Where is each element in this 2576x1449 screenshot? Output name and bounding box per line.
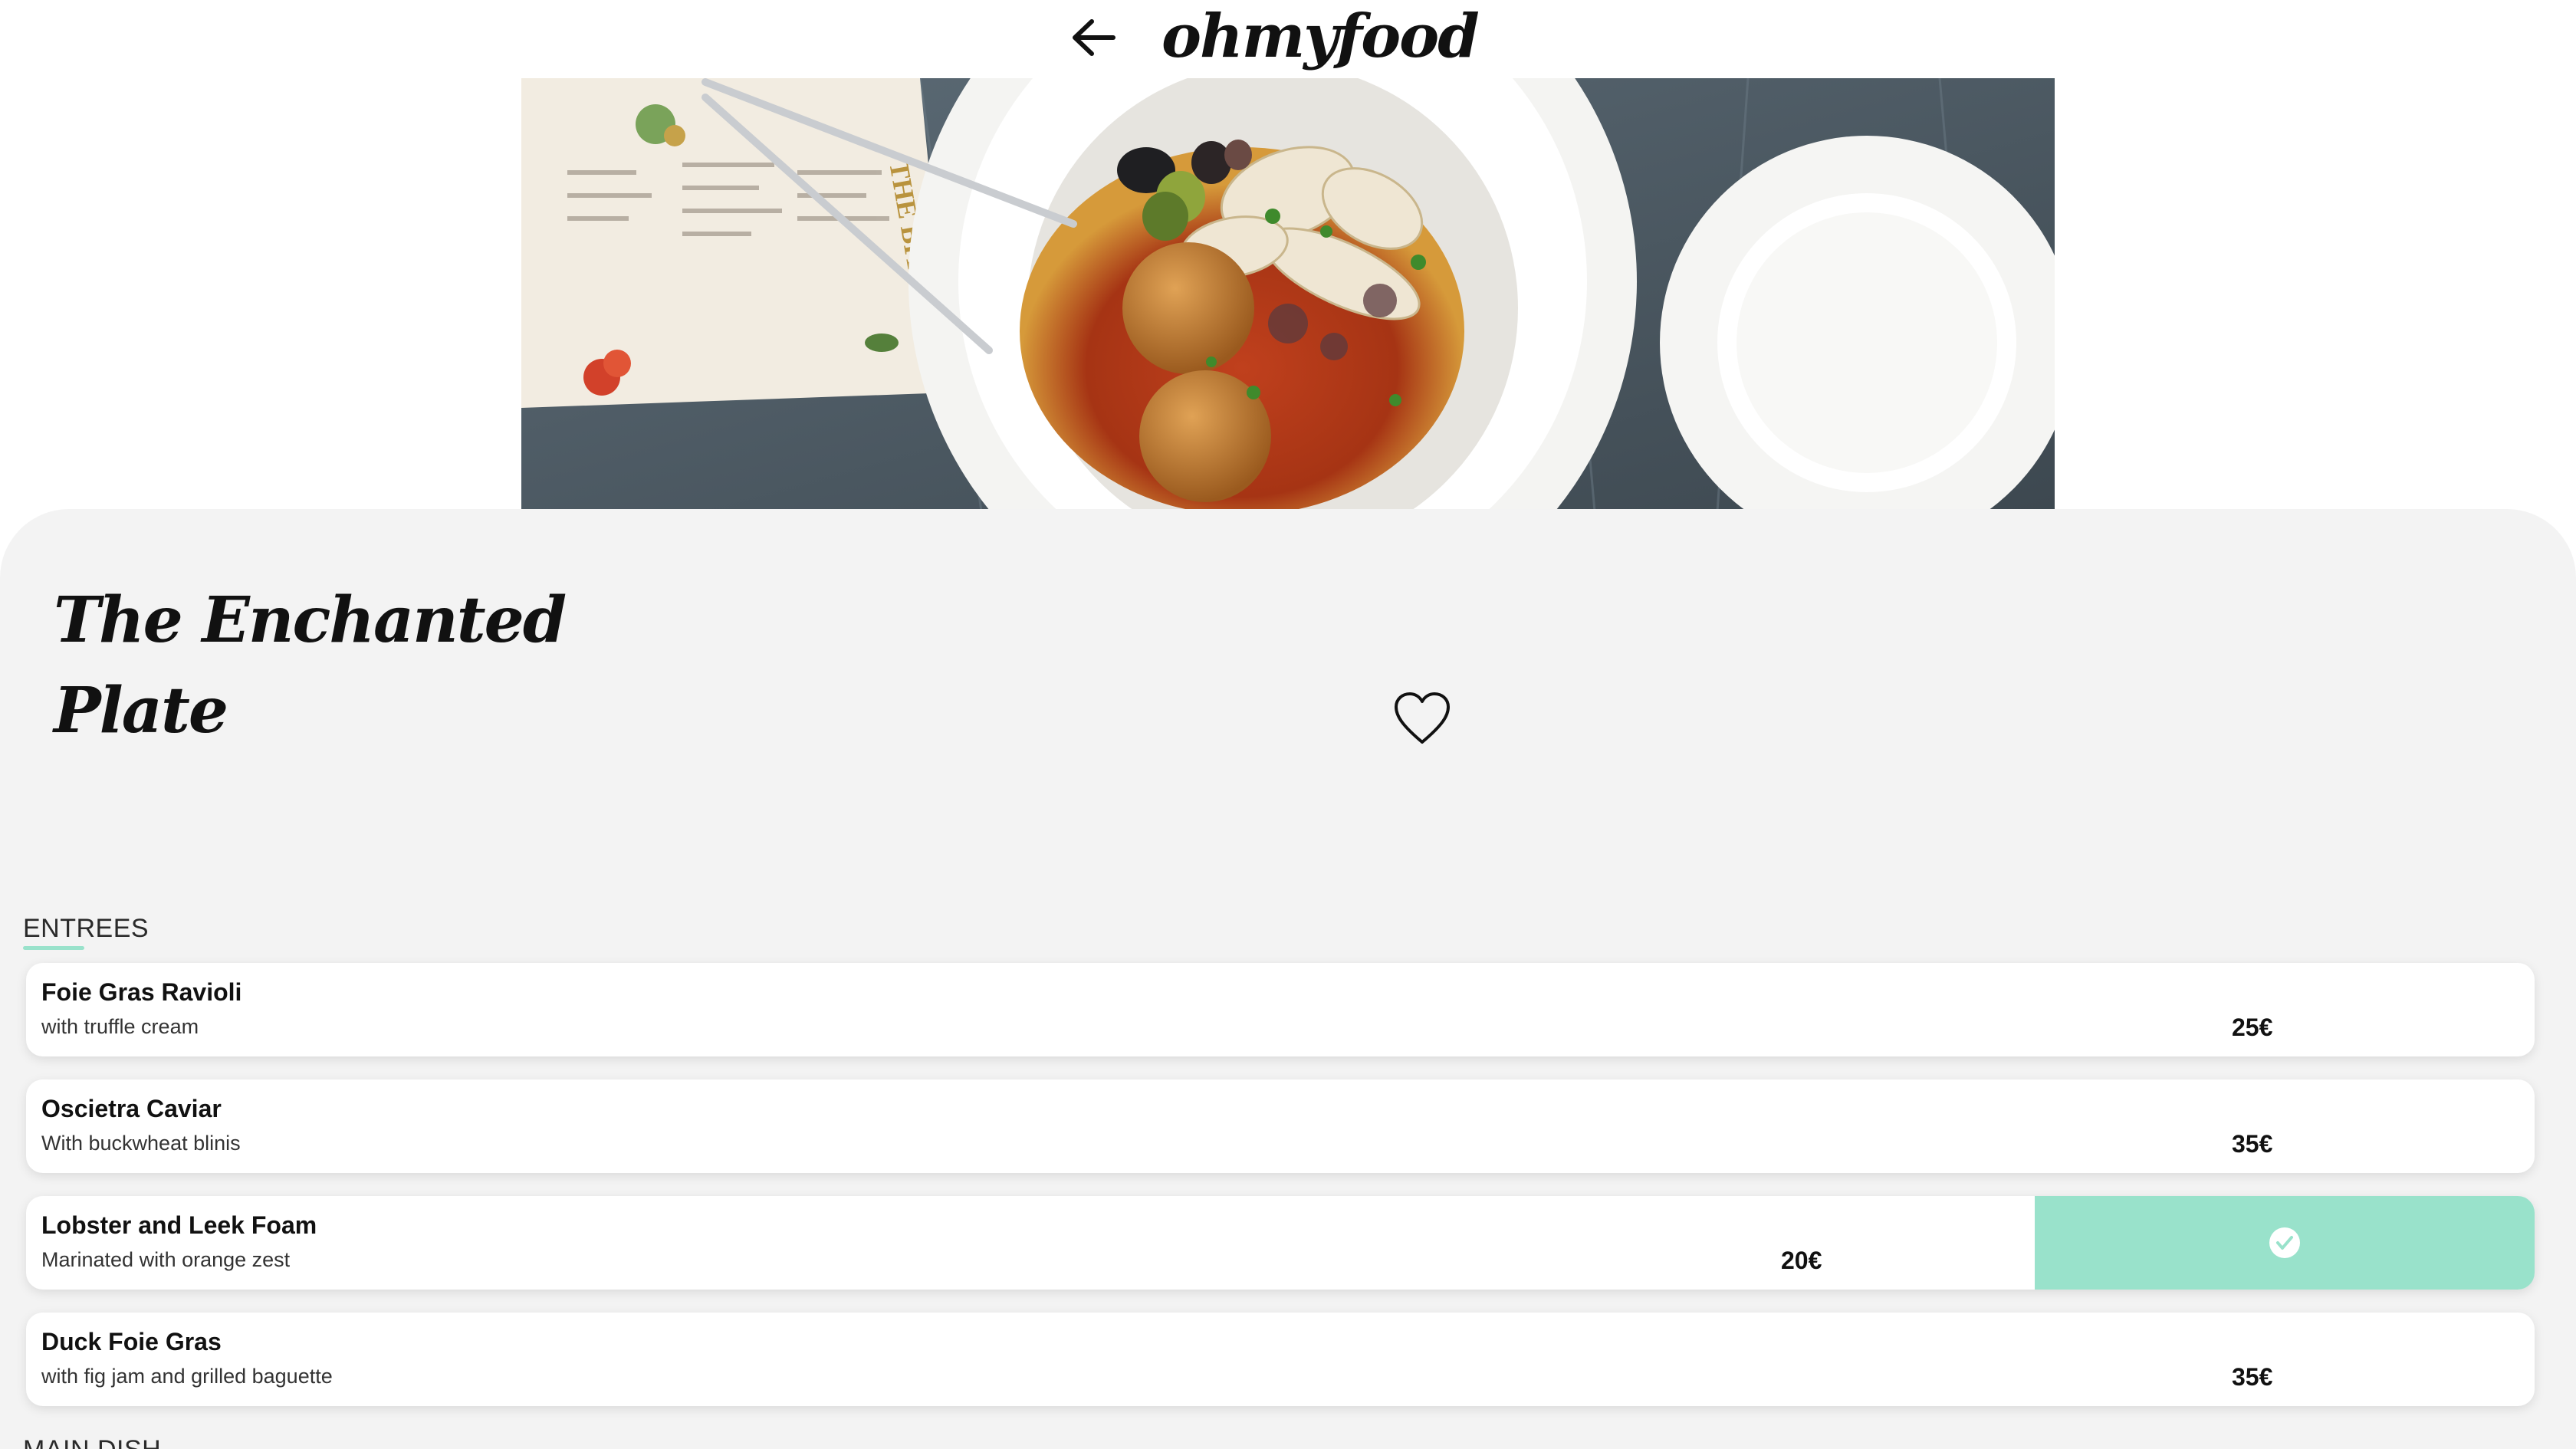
- heart-outline-icon: [1395, 692, 1450, 744]
- dish-description: with truffle cream: [41, 1015, 199, 1038]
- restaurant-title: The Enchanted Plate: [54, 583, 567, 748]
- check-circle-icon: [2269, 1227, 2300, 1258]
- favorite-button[interactable]: [1392, 690, 1453, 747]
- dish-description: Marinated with orange zest: [41, 1248, 291, 1271]
- brand-logo[interactable]: ohmyfood: [1162, 0, 1480, 77]
- app-root: ohmyfood THE BITE The Enchanted Plate EN…: [0, 0, 2576, 1449]
- section-label-entrees: ENTREES: [23, 914, 150, 943]
- back-button[interactable]: [1066, 14, 1119, 61]
- menu-item-lobster-leek-foam[interactable]: Lobster and Leek Foam Marinated with ora…: [26, 1196, 2535, 1290]
- dish-name: Foie Gras Ravioli: [41, 978, 242, 1006]
- dish-description: with fig jam and grilled baguette: [41, 1365, 333, 1388]
- selected-panel[interactable]: [2035, 1196, 2535, 1290]
- menu-item-duck-foie-gras[interactable]: Duck Foie Gras with fig jam and grilled …: [26, 1313, 2535, 1406]
- top-header: ohmyfood: [0, 0, 2576, 77]
- section-label-main-dish: MAIN DISH: [23, 1435, 161, 1449]
- dish-description: With buckwheat blinis: [41, 1132, 241, 1155]
- dish-name: Oscietra Caviar: [41, 1095, 222, 1122]
- menu-item-foie-gras-ravioli[interactable]: Foie Gras Ravioli with truffle cream 25€: [26, 963, 2535, 1056]
- restaurant-sheet: The Enchanted Plate ENTREES Foie Gras Rav…: [0, 509, 2576, 1449]
- menu-item-oscietra-caviar[interactable]: Oscietra Caviar With buckwheat blinis 35…: [26, 1079, 2535, 1173]
- dish-name: Duck Foie Gras: [41, 1328, 222, 1355]
- dish-price: 35€: [2232, 1363, 2273, 1391]
- section-underline: [23, 946, 84, 950]
- dish-name: Lobster and Leek Foam: [41, 1211, 317, 1239]
- dish-price: 20€: [1781, 1247, 1822, 1274]
- arrow-left-icon: [1073, 19, 1116, 56]
- dish-price: 35€: [2232, 1130, 2273, 1158]
- dish-price: 25€: [2232, 1014, 2273, 1041]
- hero-food-photo: THE BITE: [521, 78, 2055, 511]
